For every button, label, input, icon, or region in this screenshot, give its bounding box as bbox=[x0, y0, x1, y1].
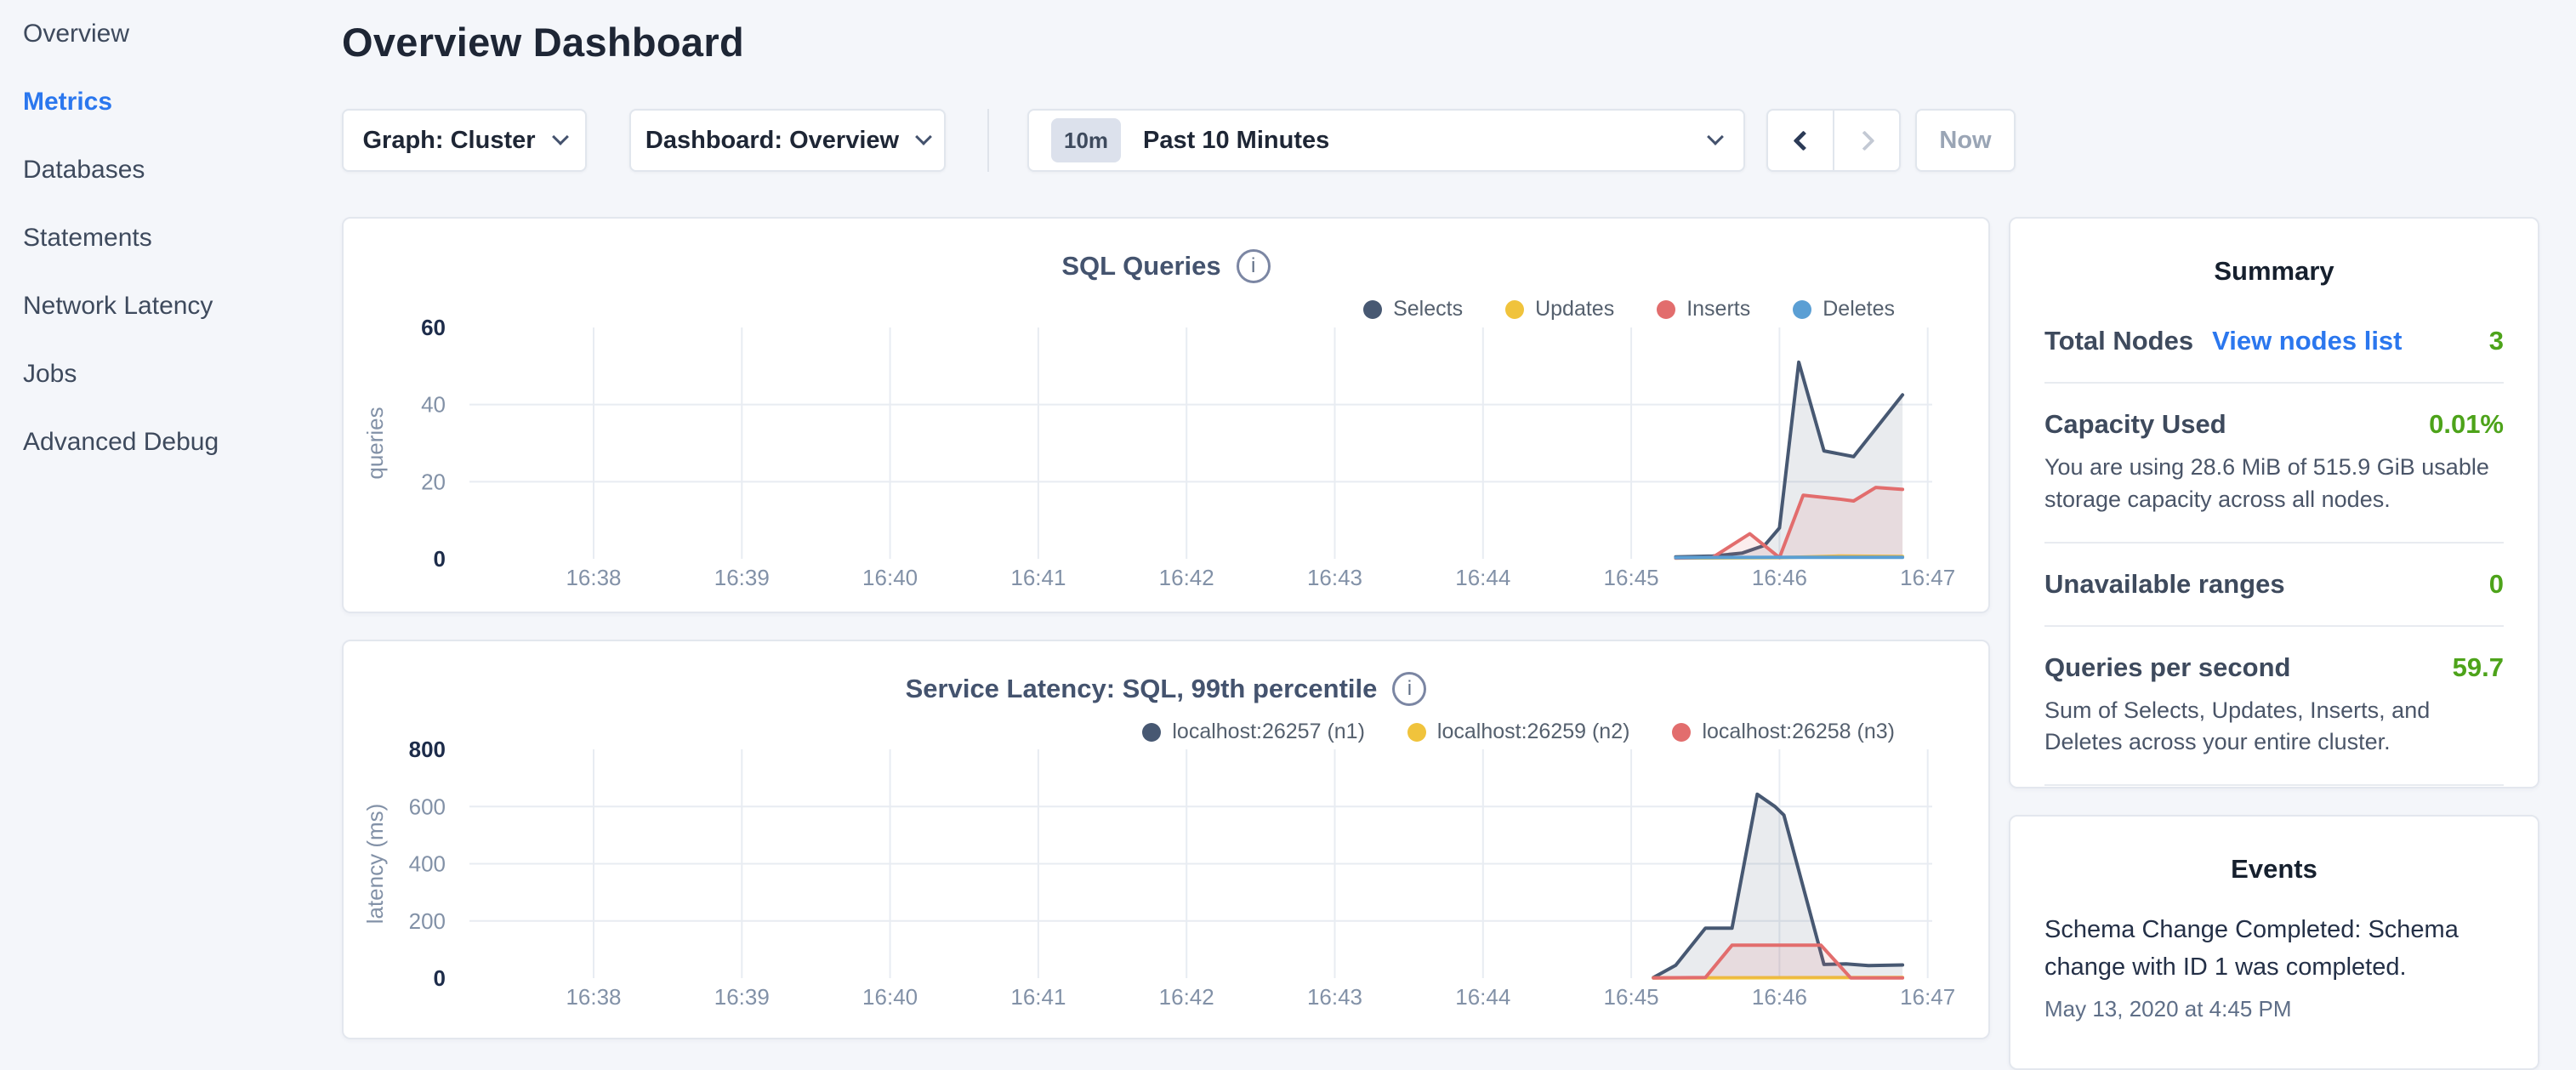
chart-title: Service Latency: SQL, 99th percentile bbox=[906, 674, 1378, 704]
summary-panel: Summary Total Nodes View nodes list 3 Ca… bbox=[2009, 217, 2539, 788]
sql-queries-plot[interactable]: 16:38 16:39 16:40 16:41 16:42 16:43 16:44 16:45… bbox=[344, 314, 1992, 612]
graph-source-dropdown-label: Graph: Cluster bbox=[362, 127, 535, 155]
sidebar-item-label: Overview bbox=[23, 20, 129, 48]
svg-text:40: 40 bbox=[421, 392, 446, 418]
series-dot-icon bbox=[1142, 723, 1161, 742]
sidebar-item-overview[interactable]: Overview bbox=[0, 0, 340, 68]
summary-label: Capacity Used bbox=[2044, 409, 2226, 440]
summary-value: 59.7 bbox=[2453, 652, 2504, 683]
summary-title: Summary bbox=[2044, 256, 2504, 287]
chevron-left-icon bbox=[1793, 130, 1813, 151]
svg-text:16:41: 16:41 bbox=[1010, 984, 1066, 1010]
events-title: Events bbox=[2044, 854, 2504, 885]
svg-text:16:38: 16:38 bbox=[566, 984, 621, 1010]
chevron-right-icon bbox=[1854, 130, 1874, 151]
summary-description: You are using 28.6 MiB of 515.9 GiB usab… bbox=[2044, 452, 2504, 516]
svg-text:16:45: 16:45 bbox=[1604, 984, 1659, 1010]
summary-row-unavailable-ranges: Unavailable ranges 0 bbox=[2044, 544, 2504, 627]
sidebar-item-metrics[interactable]: Metrics bbox=[0, 68, 340, 136]
info-icon[interactable]: i bbox=[1237, 249, 1271, 283]
summary-value: 0 bbox=[2489, 569, 2504, 600]
svg-text:16:43: 16:43 bbox=[1307, 565, 1362, 590]
summary-rows: Total Nodes View nodes list 3 Capacity U… bbox=[2044, 300, 2504, 868]
svg-text:20: 20 bbox=[421, 469, 446, 494]
chart-title-row: SQL Queries i bbox=[344, 249, 1988, 283]
dashboard-dropdown-label: Dashboard: Overview bbox=[645, 127, 899, 155]
svg-text:16:43: 16:43 bbox=[1307, 984, 1362, 1010]
svg-text:latency (ms): latency (ms) bbox=[362, 804, 388, 925]
dashboard-dropdown[interactable]: Dashboard: Overview bbox=[629, 109, 946, 172]
event-timestamp: May 13, 2020 at 4:45 PM bbox=[2044, 996, 2504, 1022]
time-range-badge: 10m bbox=[1051, 118, 1121, 162]
summary-description: Sum of Selects, Updates, Inserts, and De… bbox=[2044, 695, 2504, 760]
time-forward-button[interactable] bbox=[1834, 111, 1899, 170]
sidebar-item-jobs[interactable]: Jobs bbox=[0, 340, 340, 408]
svg-text:16:44: 16:44 bbox=[1455, 984, 1510, 1010]
view-nodes-list-link[interactable]: View nodes list bbox=[2212, 326, 2402, 356]
sql-queries-chart-card: SQL Queries i Selects Updates Inserts De… bbox=[342, 217, 1990, 613]
svg-text:16:44: 16:44 bbox=[1455, 565, 1510, 590]
service-latency-plot[interactable]: 16:38 16:39 16:40 16:41 16:42 16:43 16:44 16:45… bbox=[344, 740, 1992, 1038]
sidebar-item-label: Network Latency bbox=[23, 292, 213, 321]
info-icon[interactable]: i bbox=[1392, 672, 1426, 706]
sidebar-item-network-latency[interactable]: Network Latency bbox=[0, 272, 340, 340]
svg-text:16:40: 16:40 bbox=[862, 984, 918, 1010]
sidebar-item-label: Metrics bbox=[23, 88, 112, 117]
svg-text:16:41: 16:41 bbox=[1010, 565, 1066, 590]
summary-value: 3 bbox=[2489, 326, 2504, 356]
svg-text:800: 800 bbox=[409, 740, 446, 762]
svg-text:60: 60 bbox=[421, 315, 446, 340]
chart-title: SQL Queries bbox=[1061, 251, 1220, 282]
svg-text:16:46: 16:46 bbox=[1752, 984, 1807, 1010]
svg-text:16:45: 16:45 bbox=[1604, 565, 1659, 590]
svg-text:400: 400 bbox=[409, 851, 446, 877]
svg-text:16:40: 16:40 bbox=[862, 565, 918, 590]
summary-row-total-nodes: Total Nodes View nodes list 3 bbox=[2044, 300, 2504, 384]
svg-text:16:47: 16:47 bbox=[1900, 984, 1955, 1010]
svg-text:16:47: 16:47 bbox=[1900, 565, 1955, 590]
series-dot-icon bbox=[1672, 723, 1691, 742]
sidebar-item-label: Statements bbox=[23, 224, 152, 253]
sidebar-item-statements[interactable]: Statements bbox=[0, 204, 340, 272]
chart-title-row: Service Latency: SQL, 99th percentile i bbox=[344, 672, 1988, 706]
sidebar-nav: Overview Metrics Databases Statements Ne… bbox=[0, 0, 340, 476]
event-message[interactable]: Schema Change Completed: Schema change w… bbox=[2044, 912, 2504, 986]
svg-text:16:38: 16:38 bbox=[566, 565, 621, 590]
series-dot-icon bbox=[1407, 723, 1426, 742]
svg-text:0: 0 bbox=[434, 546, 446, 572]
chevron-down-icon bbox=[552, 128, 569, 145]
sidebar-item-advanced-debug[interactable]: Advanced Debug bbox=[0, 408, 340, 476]
chevron-down-icon bbox=[1707, 128, 1724, 145]
svg-text:queries: queries bbox=[362, 407, 388, 479]
summary-label: Total Nodes bbox=[2044, 326, 2193, 356]
controls-divider bbox=[987, 109, 989, 172]
sidebar-item-databases[interactable]: Databases bbox=[0, 136, 340, 204]
time-back-button[interactable] bbox=[1768, 111, 1834, 170]
summary-label: Queries per second bbox=[2044, 652, 2290, 683]
svg-text:16:46: 16:46 bbox=[1752, 565, 1807, 590]
service-latency-chart-card: Service Latency: SQL, 99th percentile i … bbox=[342, 640, 1990, 1039]
sidebar-item-label: Databases bbox=[23, 156, 145, 185]
summary-value: 0.01% bbox=[2429, 409, 2504, 440]
time-range-label: Past 10 Minutes bbox=[1143, 127, 1687, 155]
now-button[interactable]: Now bbox=[1915, 109, 2016, 172]
svg-text:200: 200 bbox=[409, 908, 446, 934]
summary-label: Unavailable ranges bbox=[2044, 569, 2285, 600]
page-title: Overview Dashboard bbox=[342, 19, 744, 65]
chevron-down-icon bbox=[915, 128, 932, 145]
svg-text:16:42: 16:42 bbox=[1159, 565, 1214, 590]
sidebar-item-label: Jobs bbox=[23, 360, 77, 389]
summary-row-queries-per-second: Queries per second 59.7 Sum of Selects, … bbox=[2044, 627, 2504, 787]
svg-text:0: 0 bbox=[434, 965, 446, 991]
events-panel: Events Schema Change Completed: Schema c… bbox=[2009, 815, 2539, 1070]
graph-source-dropdown[interactable]: Graph: Cluster bbox=[342, 109, 587, 172]
svg-text:600: 600 bbox=[409, 794, 446, 819]
svg-text:16:39: 16:39 bbox=[714, 565, 770, 590]
summary-row-capacity-used: Capacity Used 0.01% You are using 28.6 M… bbox=[2044, 384, 2504, 544]
svg-text:16:39: 16:39 bbox=[714, 984, 770, 1010]
svg-text:16:42: 16:42 bbox=[1159, 984, 1214, 1010]
sidebar-item-label: Advanced Debug bbox=[23, 428, 219, 457]
time-range-selector[interactable]: 10m Past 10 Minutes bbox=[1027, 109, 1745, 172]
time-range-pager bbox=[1766, 109, 1901, 172]
